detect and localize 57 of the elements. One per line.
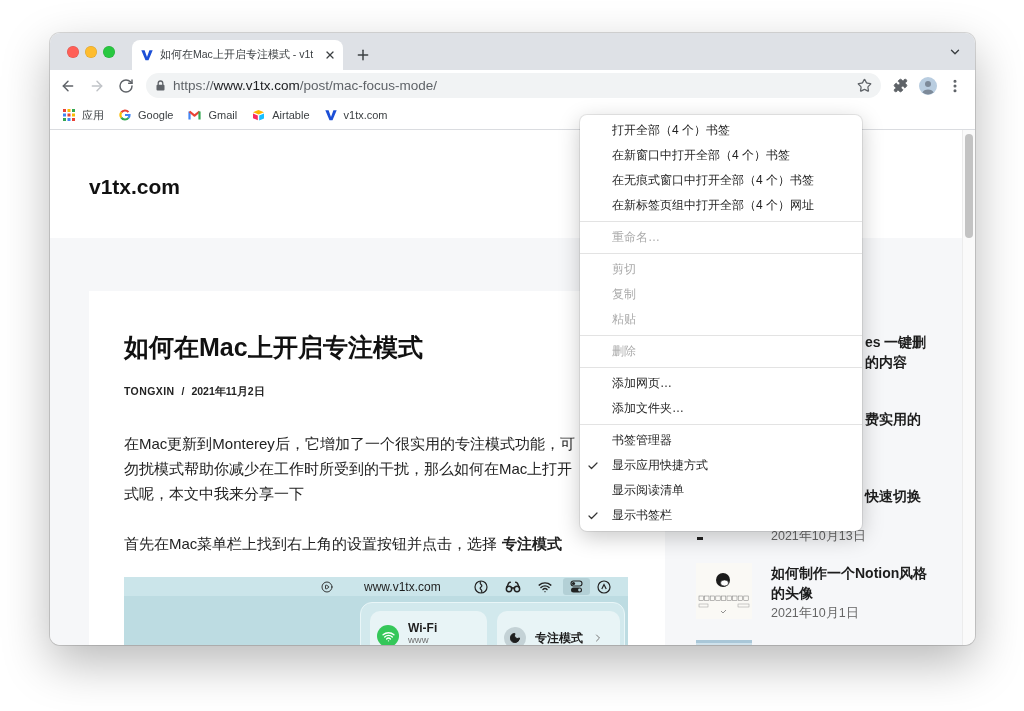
plus-icon xyxy=(355,47,371,63)
tile-title: Wi-Fi xyxy=(408,622,438,635)
bookmark-link[interactable]: v1tx.com xyxy=(320,104,392,126)
tile-title: 专注模式 xyxy=(535,630,583,645)
bookmark-star-button[interactable] xyxy=(855,76,873,95)
apps-grid-icon xyxy=(63,109,75,121)
post-title-link[interactable]: es 一键删 的内容 xyxy=(865,332,927,372)
post-date: 2021年11月2日 xyxy=(191,384,265,399)
article-paragraph: 在Mac更新到Monterey后，它增加了一个很实用的专注模式功能，可 勿扰模式帮助你减少在工作时所受到的干扰，那么如何在Mac上打开 式呢，本文中我来分享一下 xyxy=(124,434,575,504)
post-title-link[interactable]: 费实用的 xyxy=(865,409,921,429)
site-title[interactable]: v1tx.com xyxy=(89,175,181,199)
g-logo-icon xyxy=(119,109,131,121)
browser-tab[interactable]: 如何在Mac上开启专注模式 - v1t xyxy=(132,40,343,70)
apps-bookmark[interactable]: 应用 xyxy=(59,104,108,126)
menu-item[interactable]: 添加网页… xyxy=(580,371,862,396)
bookmark-link[interactable]: Google xyxy=(115,104,178,126)
post-title-link[interactable]: 快速切换 xyxy=(865,486,921,506)
mail-logo-icon xyxy=(188,109,202,121)
avatar-icon[interactable] xyxy=(919,76,937,95)
cube-logo-icon xyxy=(252,109,266,121)
menu-item[interactable]: 显示书签栏 xyxy=(580,503,862,528)
scrollbar-thumb[interactable] xyxy=(965,134,973,238)
menu-item[interactable]: 打开全部（4 个）书签 xyxy=(580,118,862,143)
moon-icon xyxy=(504,627,526,645)
menu-item[interactable]: 在新窗口中打开全部（4 个）书签 xyxy=(580,143,862,168)
post-title-link[interactable]: 如何制作一个Notion风格 的头像 xyxy=(771,563,928,603)
post-date: 2021年10月1日 xyxy=(771,605,859,622)
article-title: 如何在Mac上开启专注模式 xyxy=(124,332,423,363)
meta-separator: / xyxy=(181,384,185,399)
tile-subtitle: www xyxy=(408,635,429,645)
close-icon xyxy=(324,49,336,61)
v-logo-icon xyxy=(141,49,153,61)
article-paragraph: 首先在Mac菜单栏上找到右上角的设置按钮并点击，选择 专注模式 xyxy=(124,534,562,554)
swirl-circle-icon xyxy=(473,579,488,594)
bookmark-link[interactable]: Gmail xyxy=(184,104,242,126)
menu-bar-title: www.v1tx.com xyxy=(364,579,441,594)
reload-icon xyxy=(118,77,134,94)
address-bar[interactable]: https://www.v1tx.com/post/mac-focus-mode/ xyxy=(146,73,881,98)
zoom-window-button[interactable] xyxy=(103,46,115,58)
menu-item[interactable]: 添加文件夹… xyxy=(580,396,862,421)
menu-item[interactable]: 显示应用快捷方式 xyxy=(580,453,862,478)
dash-icon xyxy=(697,537,703,540)
star-icon xyxy=(856,78,872,93)
puzzle-icon xyxy=(892,78,908,93)
v-logo-icon xyxy=(324,109,337,121)
author-link[interactable]: TONGXIN xyxy=(124,383,175,399)
bookmark-link[interactable]: Airtable xyxy=(248,104,314,126)
menu-item[interactable]: 显示阅读清单 xyxy=(580,478,862,503)
menu-item[interactable]: 书签管理器 xyxy=(580,428,862,453)
caret-circle-icon xyxy=(596,579,611,594)
close-window-button[interactable] xyxy=(67,46,79,58)
wifi-icon xyxy=(377,625,399,645)
menu-item[interactable]: 在新标签页组中打开全部（4 个）网址 xyxy=(580,193,862,218)
play-circle-icon xyxy=(321,580,333,593)
lock-icon xyxy=(156,80,165,91)
menu-item[interactable]: 在无痕式窗口中打开全部（4 个）书签 xyxy=(580,168,862,193)
wifi-icon xyxy=(537,579,552,594)
